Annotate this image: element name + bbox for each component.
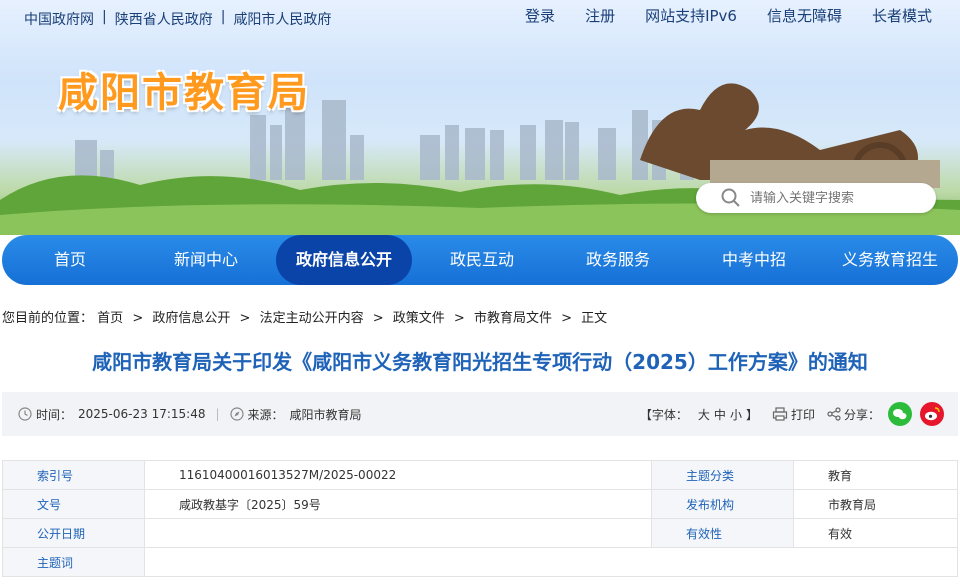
source-label: 来源： (247, 407, 284, 422)
publish-date-label: 公开日期 (2, 518, 145, 548)
source-value: 咸阳市教育局 (289, 407, 362, 422)
printer-icon[interactable] (772, 407, 788, 421)
document-number-label: 文号 (2, 489, 145, 519)
topic-category-label: 主题分类 (651, 460, 794, 490)
main-nav: 首页 新闻中心 政府信息公开 政民互动 政务服务 中考中招 义务教育招生 (2, 235, 958, 285)
font-size-label: 【字体： (639, 407, 688, 422)
search-input[interactable] (750, 190, 920, 206)
time-label: 时间： (36, 407, 73, 422)
divider: | (220, 9, 226, 25)
keywords-value (144, 547, 958, 577)
search-icon[interactable] (720, 187, 742, 209)
document-info-table: 索引号 11610400016013527M/2025-00022 主题分类 教… (2, 460, 958, 577)
breadcrumb-home[interactable]: 首页 (97, 311, 123, 326)
keywords-label: 主题词 (2, 547, 145, 577)
nav-compulsory-enrollment[interactable]: 义务教育招生 (822, 235, 958, 285)
link-china-gov[interactable]: 中国政府网 (24, 9, 94, 29)
divider: | (215, 407, 220, 421)
share-icon (827, 407, 841, 421)
breadcrumb-separator: > (132, 311, 144, 326)
breadcrumb-separator: > (453, 311, 465, 326)
top-utility-links: 登录 注册 网站支持IPv6 信息无障碍 长者模式 (495, 5, 932, 26)
nav-home[interactable]: 首页 (2, 235, 138, 285)
font-medium-button[interactable]: 中 (714, 406, 726, 423)
breadcrumb-policy-docs[interactable]: 政策文件 (393, 311, 445, 326)
index-number-label: 索引号 (2, 460, 145, 490)
link-shaanxi-gov[interactable]: 陕西省人民政府 (115, 9, 213, 29)
weibo-share-icon[interactable] (920, 402, 944, 426)
nav-zhongkao[interactable]: 中考中招 (686, 235, 822, 285)
table-row: 公开日期 有效性 有效 (2, 518, 958, 548)
accessibility-link[interactable]: 信息无障碍 (767, 5, 842, 26)
site-logo[interactable]: 咸阳市教育局 (58, 60, 310, 118)
nav-gov-info-disclosure[interactable]: 政府信息公开 (276, 235, 412, 285)
wechat-share-icon[interactable] (888, 402, 912, 426)
validity-label: 有效性 (651, 518, 794, 548)
share-label: 分享： (843, 407, 880, 422)
clock-icon (18, 407, 32, 421)
breadcrumb-statutory[interactable]: 法定主动公开内容 (260, 311, 364, 326)
table-row: 索引号 11610400016013527M/2025-00022 主题分类 教… (2, 460, 958, 490)
link-xianyang-gov[interactable]: 咸阳市人民政府 (233, 9, 331, 29)
issuing-agency-value: 市教育局 (793, 489, 958, 519)
breadcrumb-gov-info[interactable]: 政府信息公开 (152, 311, 230, 326)
breadcrumb-separator: > (372, 311, 384, 326)
issuing-agency-label: 发布机构 (651, 489, 794, 519)
topic-category-value: 教育 (793, 460, 958, 490)
breadcrumb-current: 正文 (581, 311, 608, 326)
nav-news-center[interactable]: 新闻中心 (138, 235, 274, 285)
register-link[interactable]: 注册 (585, 5, 615, 26)
login-link[interactable]: 登录 (525, 5, 555, 26)
article-title: 咸阳市教育局关于印发《咸阳市义务教育阳光招生专项行动（2025）工作方案》的通知 (92, 350, 868, 374)
header-banner: 中国政府网 | 陕西省人民政府 | 咸阳市人民政府 登录 注册 网站支持IPv6… (0, 0, 960, 235)
elder-mode-link[interactable]: 长者模式 (872, 5, 932, 26)
breadcrumb-prefix: 您目前的位置： (2, 311, 94, 326)
document-number-value: 咸政教基字〔2025〕59号 (144, 489, 652, 519)
breadcrumb-bureau-docs[interactable]: 市教育局文件 (474, 311, 552, 326)
index-number-value: 11610400016013527M/2025-00022 (144, 460, 652, 490)
font-size-close: 】 (745, 407, 758, 422)
font-large-button[interactable]: 大 (698, 406, 710, 423)
breadcrumb: 您目前的位置： 首页 > 政府信息公开 > 法定主动公开内容 > 政策文件 > … (2, 307, 607, 326)
publish-date-value (144, 518, 652, 548)
font-small-button[interactable]: 小 (730, 406, 742, 423)
table-row: 主题词 (2, 547, 958, 577)
search-box (696, 183, 936, 213)
print-button[interactable]: 打印 (791, 406, 815, 423)
ipv6-link[interactable]: 网站支持IPv6 (645, 5, 737, 26)
divider: | (102, 9, 107, 25)
compass-icon (229, 407, 244, 421)
table-row: 文号 咸政教基字〔2025〕59号 发布机构 市教育局 (2, 489, 958, 519)
nav-gov-services[interactable]: 政务服务 (550, 235, 686, 285)
validity-value: 有效 (793, 518, 958, 548)
nav-interaction[interactable]: 政民互动 (414, 235, 550, 285)
breadcrumb-separator: > (561, 311, 573, 326)
publish-time: 2025-06-23 17:15:48 (78, 407, 206, 421)
top-gov-links: 中国政府网 | 陕西省人民政府 | 咸阳市人民政府 (24, 9, 331, 29)
article-meta-bar: 时间： 2025-06-23 17:15:48 | 来源： 咸阳市教育局 【字体… (2, 392, 958, 436)
breadcrumb-separator: > (239, 311, 251, 326)
